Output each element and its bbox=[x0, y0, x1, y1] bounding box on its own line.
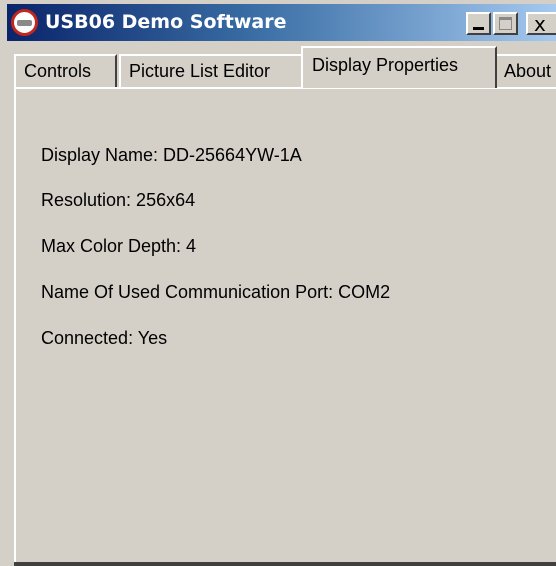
tab-controls[interactable]: Controls bbox=[14, 54, 117, 88]
tab-display-properties[interactable]: Display Properties bbox=[301, 46, 497, 88]
window-title: USB06 Demo Software bbox=[45, 11, 287, 33]
title-bar[interactable]: USB06 Demo Software x bbox=[7, 4, 556, 41]
minimize-button[interactable] bbox=[466, 12, 491, 35]
display-name-label: Display Name: DD-25664YW-1A bbox=[41, 145, 302, 165]
maximize-button[interactable] bbox=[493, 12, 518, 35]
max-color-depth-label: Max Color Depth: 4 bbox=[41, 236, 197, 256]
close-button[interactable]: x bbox=[526, 12, 556, 36]
app-window: USB06 Demo Software x Controls Picture L… bbox=[0, 0, 556, 566]
tab-about[interactable]: About bbox=[494, 54, 556, 88]
resolution-label: Resolution: 256x64 bbox=[41, 190, 196, 210]
panel-bottom-edge bbox=[14, 562, 556, 566]
tab-strip: Controls Picture List Editor About Displ… bbox=[14, 46, 556, 88]
app-logo-icon[interactable] bbox=[11, 9, 38, 36]
close-icon: x bbox=[534, 12, 546, 36]
communication-port-label: Name Of Used Communication Port: COM2 bbox=[41, 282, 391, 302]
display-properties-panel: Display Name: DD-25664YW-1A Resolution: … bbox=[14, 87, 556, 566]
connected-status-label: Connected: Yes bbox=[41, 328, 168, 348]
tab-picture-list-editor[interactable]: Picture List Editor bbox=[119, 54, 305, 88]
